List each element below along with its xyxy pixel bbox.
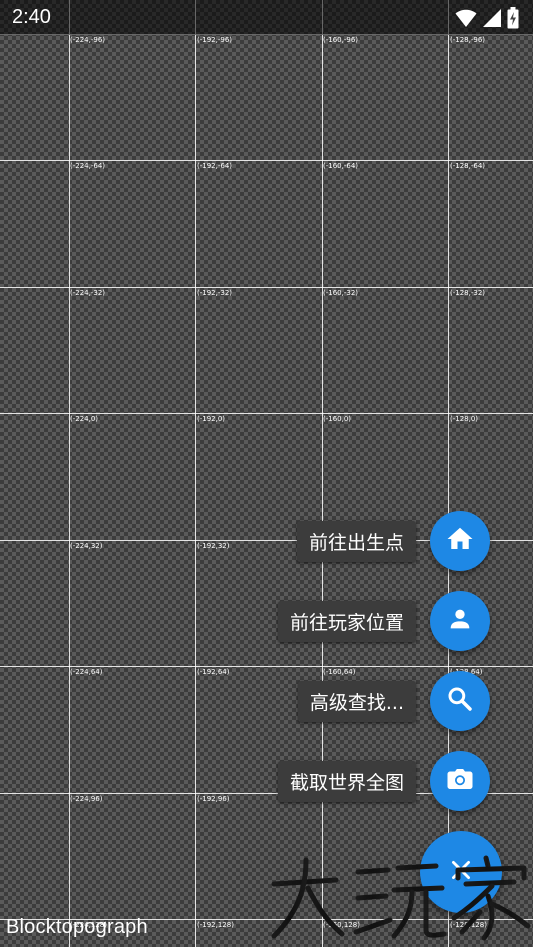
status-time: 2:40 (12, 6, 51, 28)
coord-label: (-128,-96) (450, 36, 486, 44)
fab-label-spawn[interactable]: 前往出生点 (296, 520, 416, 562)
home-icon (445, 524, 475, 558)
grid-line-horizontal (0, 287, 533, 288)
fab-label-screenshot[interactable]: 截取世界全图 (277, 760, 416, 802)
coord-label: (-160,-64) (323, 162, 359, 170)
coord-label: (-160,128) (323, 921, 360, 929)
map-view[interactable]: (-224,-96) (-192,-96) (-160,-96) (-128,-… (0, 0, 533, 947)
coord-label: (-192,-64) (197, 162, 233, 170)
coord-label: (-192,-32) (197, 289, 233, 297)
camera-icon (445, 764, 475, 798)
coord-label: (-192,-96) (197, 36, 233, 44)
close-icon (448, 857, 474, 887)
advanced-search-button[interactable] (430, 671, 490, 731)
coord-label: (-224,-32) (70, 289, 106, 297)
fab-menu-item-search[interactable]: 高级查找... (297, 671, 490, 731)
grid-line-horizontal (0, 413, 533, 414)
cell-signal-icon (483, 8, 501, 32)
person-icon (446, 605, 474, 637)
wifi-icon (455, 8, 477, 32)
coord-label: (-224,96) (70, 795, 103, 803)
coord-label: (-128,-32) (450, 289, 486, 297)
fab-menu-toggle-button[interactable] (420, 831, 502, 913)
coord-label: (-128,-64) (450, 162, 486, 170)
coord-label: (-160,0) (323, 415, 352, 423)
coord-label: (-128,0) (450, 415, 479, 423)
go-to-spawn-button[interactable] (430, 511, 490, 571)
grid-line-vertical (69, 0, 70, 947)
coord-label: (-160,-96) (323, 36, 359, 44)
fab-label-search[interactable]: 高级查找... (297, 680, 416, 722)
coord-label: (-224,-64) (70, 162, 106, 170)
coord-label: (-128,128) (450, 921, 487, 929)
search-icon (445, 684, 475, 718)
battery-charging-icon (507, 7, 519, 33)
coord-label: (-192,64) (197, 668, 230, 676)
coord-label: (-224,32) (70, 542, 103, 550)
grid-line-vertical (195, 0, 196, 947)
fab-label-player[interactable]: 前往玩家位置 (277, 600, 416, 642)
fab-menu-item-screenshot[interactable]: 截取世界全图 (277, 751, 490, 811)
app-name: Blocktopograph (6, 916, 148, 938)
coord-label: (-192,0) (197, 415, 226, 423)
fab-menu-item-player[interactable]: 前往玩家位置 (277, 591, 490, 651)
world-screenshot-button[interactable] (430, 751, 490, 811)
coord-label: (-192,128) (197, 921, 234, 929)
coord-label: (-224,64) (70, 668, 103, 676)
coord-label: (-160,-32) (323, 289, 359, 297)
status-bar: 2:40 (0, 0, 533, 35)
coord-label: (-224,-96) (70, 36, 106, 44)
grid-line-horizontal (0, 666, 533, 667)
coord-label: (-192,32) (197, 542, 230, 550)
fab-menu-item-spawn[interactable]: 前往出生点 (296, 511, 490, 571)
coord-label: (-224,0) (70, 415, 99, 423)
grid-line-horizontal (0, 160, 533, 161)
go-to-player-button[interactable] (430, 591, 490, 651)
coord-label: (-192,96) (197, 795, 230, 803)
